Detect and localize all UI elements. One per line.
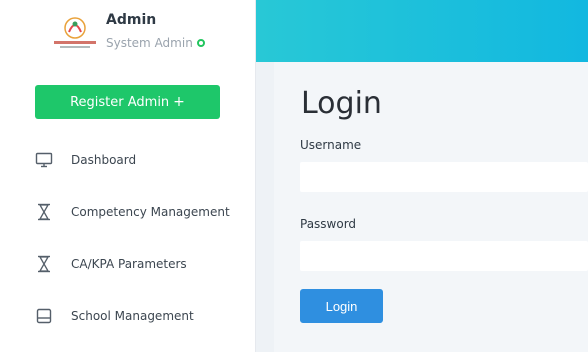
sidebar-item-competency-management[interactable]: Competency Management	[0, 186, 256, 238]
tray-icon	[35, 307, 53, 325]
register-admin-label: Register Admin	[70, 94, 170, 110]
top-header-bar	[256, 0, 588, 62]
sidebar-item-school-management[interactable]: School Management	[0, 290, 256, 342]
login-button[interactable]: Login	[300, 289, 383, 323]
user-role: System Admin	[106, 36, 205, 50]
sidebar-item-label: Competency Management	[71, 205, 230, 219]
monitor-icon	[35, 151, 53, 169]
hourglass-icon	[35, 203, 53, 221]
sidebar-menu: Dashboard Competency Management CA/KPA P…	[0, 134, 256, 342]
username-field[interactable]	[300, 162, 588, 192]
user-name: Admin	[106, 12, 157, 28]
register-admin-button[interactable]: Register Admin +	[35, 85, 220, 119]
sidebar-item-label: School Management	[71, 309, 194, 323]
sidebar-item-dashboard[interactable]: Dashboard	[0, 134, 256, 186]
brand-logo	[50, 14, 100, 54]
password-label: Password	[300, 217, 357, 231]
page-title: Login	[301, 86, 382, 121]
online-status-icon	[196, 39, 205, 47]
sidebar-item-label: Dashboard	[71, 153, 137, 167]
sidebar-item-label: CA/KPA Parameters	[71, 257, 187, 271]
user-role-label: System Admin	[106, 36, 193, 50]
sidebar: Admin System Admin Register Admin + Dash…	[0, 0, 256, 352]
plus-icon: +	[173, 94, 185, 110]
sidebar-item-ca-kpa-parameters[interactable]: CA/KPA Parameters	[0, 238, 256, 290]
username-label: Username	[300, 138, 362, 152]
hourglass-icon	[35, 255, 53, 273]
password-field[interactable]	[300, 241, 588, 271]
